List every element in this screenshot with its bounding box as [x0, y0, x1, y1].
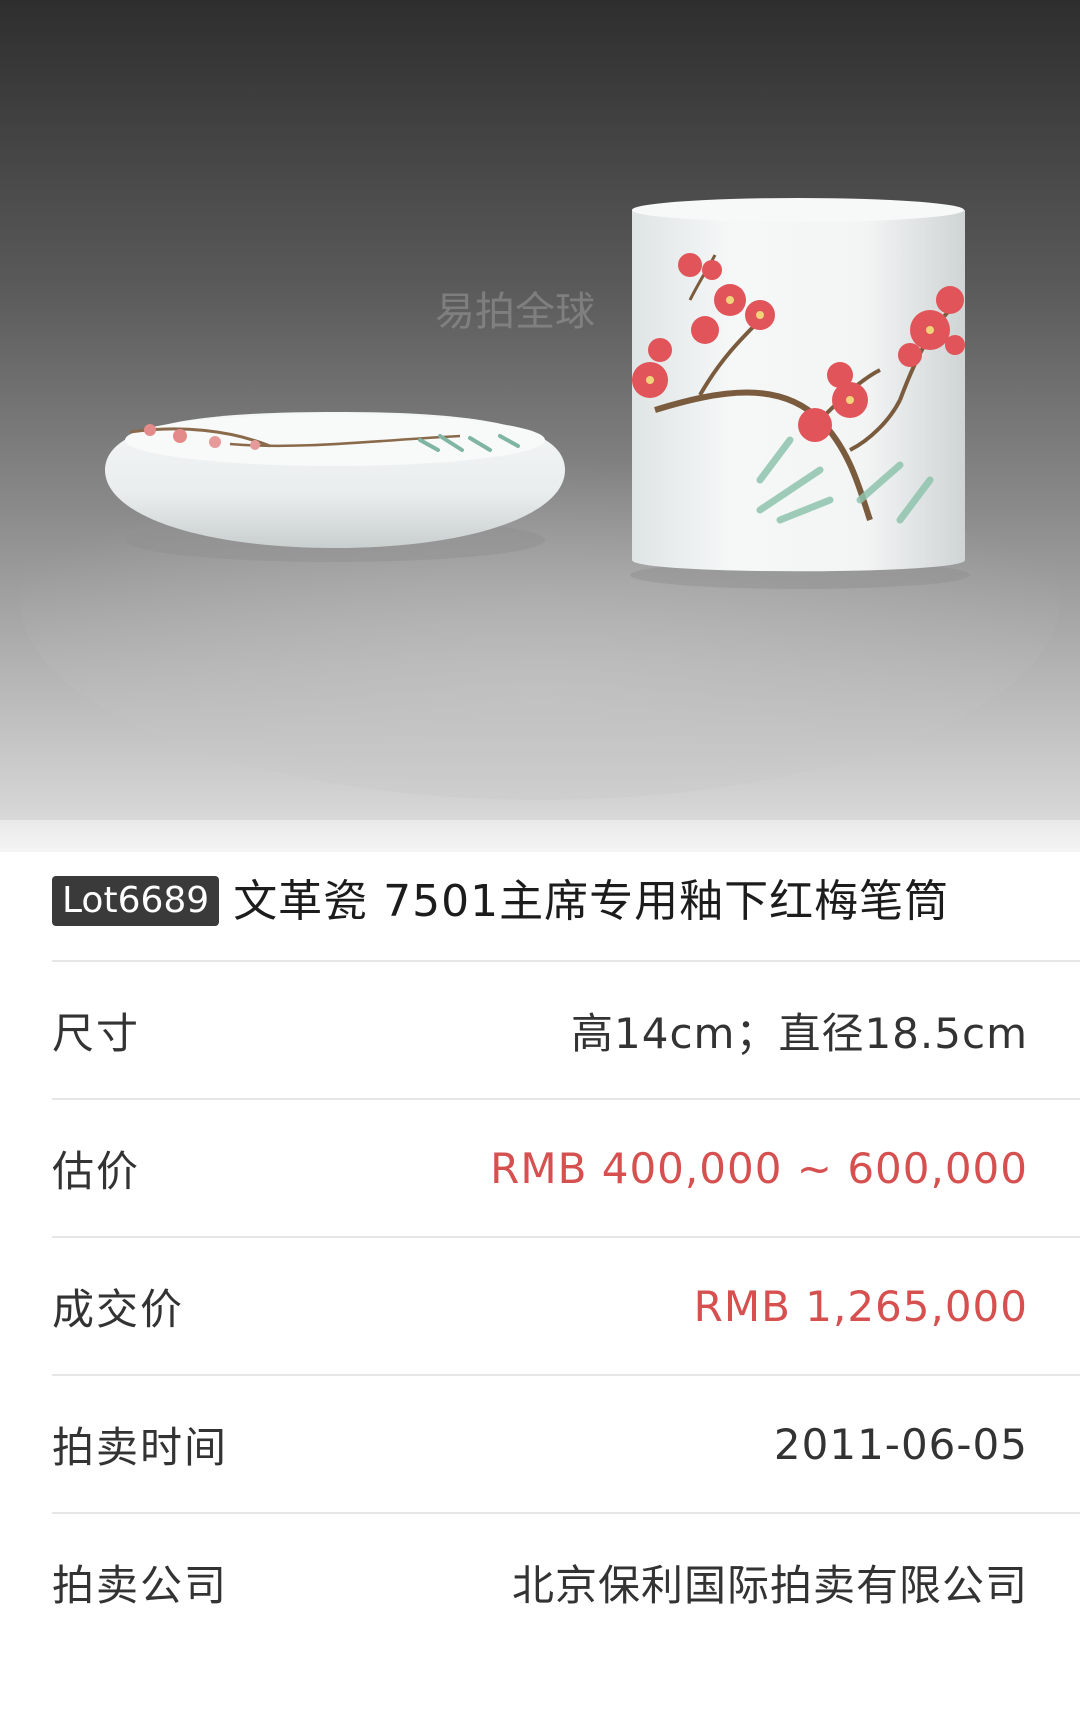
detail-label: 拍卖时间	[52, 1422, 229, 1472]
detail-value-hammer-price: RMB 1,265,000	[693, 1281, 1028, 1331]
detail-value: 2011-06-05	[773, 1419, 1028, 1469]
detail-label: 拍卖公司	[52, 1560, 229, 1610]
detail-row-estimate: 估价 RMB 400,000 ~ 600,000	[52, 1098, 1080, 1236]
watermark: 易拍全球	[435, 289, 595, 335]
lot-title: Lot6689 文革瓷 7501主席专用釉下红梅笔筒	[52, 874, 1020, 930]
lot-title-block: Lot6689 文革瓷 7501主席专用釉下红梅笔筒	[0, 852, 1080, 960]
detail-label: 尺寸	[52, 1008, 141, 1058]
detail-label: 估价	[52, 1146, 141, 1196]
product-photo[interactable]: 易拍全球	[0, 0, 1080, 820]
detail-value-auction-house[interactable]: 北京保利国际拍卖有限公司	[512, 1552, 1028, 1613]
detail-row-hammer-price: 成交价 RMB 1,265,000	[52, 1236, 1080, 1374]
photo-divider	[0, 820, 1080, 852]
lot-info-panel: Lot6689 文革瓷 7501主席专用釉下红梅笔筒 尺寸 高14cm；直径18.…	[0, 852, 1080, 1650]
detail-value-estimate: RMB 400,000 ~ 600,000	[490, 1143, 1028, 1193]
detail-value: 高14cm；直径18.5cm	[571, 1008, 1028, 1058]
porcelain-illustration: 易拍全球	[20, 198, 1060, 800]
lot-title-text: 文革瓷 7501主席专用釉下红梅笔筒	[233, 876, 950, 927]
brush-pot	[630, 198, 970, 589]
detail-label: 成交价	[52, 1284, 185, 1334]
detail-row-auction-date: 拍卖时间 2011-06-05	[52, 1374, 1080, 1512]
brush-washer	[105, 412, 565, 562]
lot-number-badge: Lot6689	[52, 876, 220, 926]
lot-details-list: 尺寸 高14cm；直径18.5cm 估价 RMB 400,000 ~ 600,0…	[52, 960, 1080, 1650]
detail-row-auction-house[interactable]: 拍卖公司 北京保利国际拍卖有限公司	[52, 1512, 1080, 1650]
detail-row-size: 尺寸 高14cm；直径18.5cm	[52, 960, 1080, 1098]
